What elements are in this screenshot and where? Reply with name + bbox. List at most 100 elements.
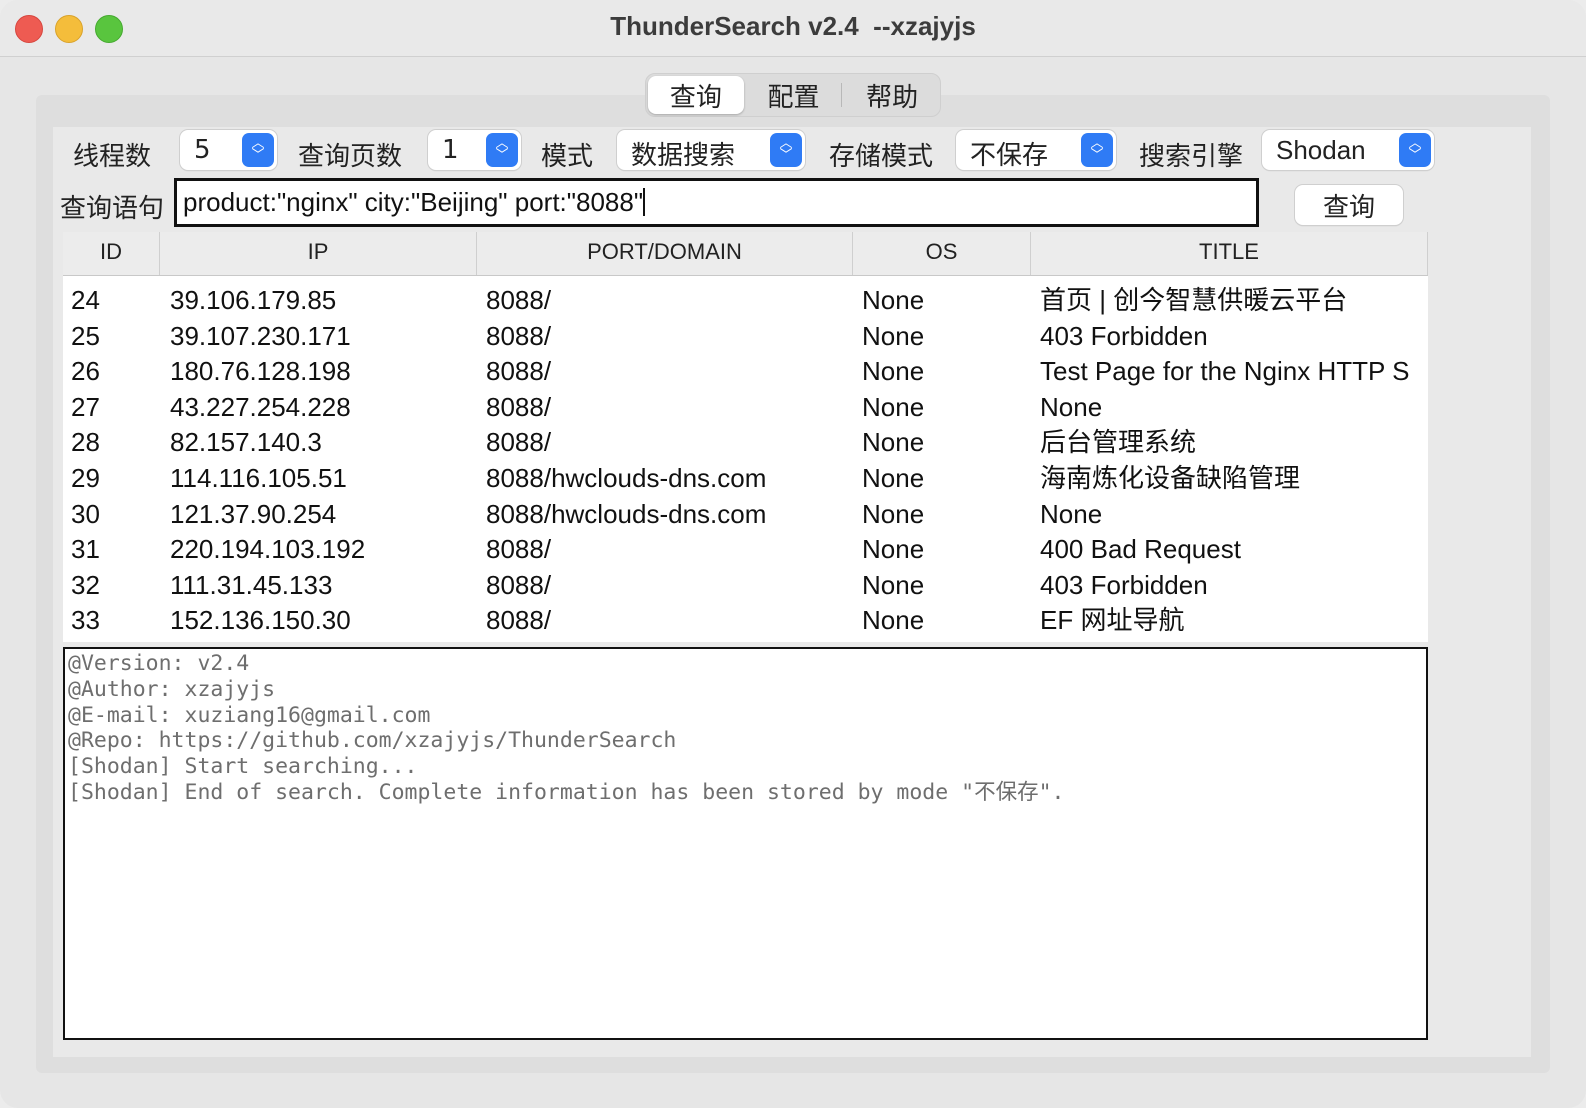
query-button[interactable]: 查询 bbox=[1295, 185, 1403, 225]
tab-config[interactable]: 配置 bbox=[746, 76, 842, 114]
engine-value: Shodan bbox=[1276, 135, 1366, 165]
table-row[interactable]: 24 39.106.179.85 8088/ None 首页 | 创今智慧供暖云… bbox=[63, 283, 1428, 319]
cell-port-domain: 8088/ bbox=[486, 391, 552, 422]
log-line: @Author: xzajyjs bbox=[68, 676, 276, 702]
engine-select[interactable]: Shodan ︿ ﹀ bbox=[1262, 130, 1434, 170]
table-row[interactable]: 33 152.136.150.30 8088/ None EF 网址导航 bbox=[63, 603, 1428, 639]
window-title: ThunderSearch v2.4 --xzajyjs bbox=[610, 11, 976, 41]
cell-port-domain: 8088/ bbox=[486, 534, 552, 565]
threads-select[interactable]: 5 ︿ ﹀ bbox=[180, 130, 277, 170]
pages-value: 1 bbox=[442, 135, 459, 165]
storage-label: 存储模式 bbox=[829, 142, 934, 172]
table-row[interactable]: 32 111.31.45.133 8088/ None 403 Forbidde… bbox=[63, 568, 1428, 604]
stepper-arrows-icon: ︿ ﹀ bbox=[1399, 133, 1431, 167]
log-output[interactable]: @Version: v2.4 @Author: xzajyjs @E-mail:… bbox=[63, 647, 1428, 1040]
query-label: 查询语句 bbox=[60, 194, 165, 224]
log-line: [Shodan] End of search. Complete informa… bbox=[68, 779, 1065, 805]
cell-ip: 114.116.105.51 bbox=[170, 462, 347, 493]
cell-os: None bbox=[862, 605, 925, 636]
cell-title: 首页 | 创今智慧供暖云平台 bbox=[1040, 285, 1348, 315]
results-table[interactable]: ID IP PORT/DOMAIN OS TITLE 24 39.106.179… bbox=[63, 232, 1428, 642]
engine-label: 搜索引擎 bbox=[1139, 142, 1244, 172]
cell-title: 后台管理系统 bbox=[1040, 427, 1197, 458]
cell-title: EF 网址导航 bbox=[1040, 605, 1185, 636]
cell-title: 403 Forbidden bbox=[1040, 320, 1208, 351]
cell-os: None bbox=[862, 498, 925, 529]
stepper-arrows-icon: ︿ ﹀ bbox=[242, 133, 274, 167]
table-row[interactable]: 31 220.194.103.192 8088/ None 400 Bad Re… bbox=[63, 532, 1428, 568]
cell-os: None bbox=[862, 320, 925, 351]
cell-port-domain: 8088/ bbox=[486, 605, 552, 636]
cell-os: None bbox=[862, 462, 925, 493]
cell-id: 26 bbox=[71, 356, 100, 387]
cell-os: None bbox=[862, 427, 925, 458]
column-header-port-domain[interactable]: PORT/DOMAIN bbox=[477, 232, 853, 275]
cell-ip: 82.157.140.3 bbox=[170, 427, 322, 458]
column-header-ip[interactable]: IP bbox=[160, 232, 477, 275]
log-line: @E-mail: xuziang16@gmail.com bbox=[68, 702, 431, 728]
table-row[interactable]: 29 114.116.105.51 8088/hwclouds-dns.com … bbox=[63, 461, 1428, 497]
app-window: ThunderSearch v2.4 --xzajyjs 查询 配置 帮助 线程… bbox=[0, 0, 1586, 1108]
mode-value: 数据搜索 bbox=[631, 141, 736, 171]
cell-ip: 121.37.90.254 bbox=[170, 498, 337, 529]
cell-port-domain: 8088/ bbox=[486, 569, 552, 600]
threads-value: 5 bbox=[194, 135, 211, 165]
table-body: 24 39.106.179.85 8088/ None 首页 | 创今智慧供暖云… bbox=[63, 283, 1428, 639]
cell-id: 31 bbox=[71, 534, 100, 565]
cell-ip: 43.227.254.228 bbox=[170, 391, 351, 422]
stepper-arrows-icon: ︿ ﹀ bbox=[486, 133, 518, 167]
cell-ip: 152.136.150.30 bbox=[170, 605, 351, 636]
title-bar: ThunderSearch v2.4 --xzajyjs bbox=[0, 0, 1586, 57]
cell-id: 24 bbox=[71, 285, 100, 315]
tab-query[interactable]: 查询 bbox=[648, 76, 744, 114]
cell-ip: 39.106.179.85 bbox=[170, 285, 337, 315]
cell-title: 403 Forbidden bbox=[1040, 569, 1208, 600]
table-row[interactable]: 27 43.227.254.228 8088/ None None bbox=[63, 390, 1428, 426]
stepper-arrows-icon: ︿ ﹀ bbox=[770, 133, 802, 167]
cell-ip: 180.76.128.198 bbox=[170, 356, 351, 387]
column-header-title[interactable]: TITLE bbox=[1031, 232, 1428, 275]
cell-os: None bbox=[862, 356, 925, 387]
cell-title: Test Page for the Nginx HTTP S bbox=[1040, 356, 1410, 387]
cell-port-domain: 8088/ bbox=[486, 320, 552, 351]
cell-port-domain: 8088/ bbox=[486, 356, 552, 387]
mode-label: 模式 bbox=[541, 142, 594, 172]
query-input[interactable]: product:"nginx" city:"Beijing" port:"808… bbox=[174, 178, 1259, 227]
tab-help[interactable]: 帮助 bbox=[844, 76, 940, 114]
cell-port-domain: 8088/ bbox=[486, 285, 552, 315]
cell-title: None bbox=[1040, 498, 1103, 529]
table-row[interactable]: 25 39.107.230.171 8088/ None 403 Forbidd… bbox=[63, 319, 1428, 355]
column-header-os[interactable]: OS bbox=[853, 232, 1031, 275]
cell-port-domain: 8088/hwclouds-dns.com bbox=[486, 498, 767, 529]
table-row[interactable]: 28 82.157.140.3 8088/ None 后台管理系统 bbox=[63, 425, 1428, 461]
column-header-id[interactable]: ID bbox=[63, 232, 160, 275]
threads-label: 线程数 bbox=[73, 142, 152, 172]
cell-id: 28 bbox=[71, 427, 100, 458]
stepper-arrows-icon: ︿ ﹀ bbox=[1081, 133, 1113, 167]
cell-os: None bbox=[862, 391, 925, 422]
cell-port-domain: 8088/ bbox=[486, 427, 552, 458]
log-line: @Version: v2.4 bbox=[68, 651, 250, 676]
table-row[interactable]: 30 121.37.90.254 8088/hwclouds-dns.com N… bbox=[63, 497, 1428, 533]
log-line: [Shodan] Start searching... bbox=[68, 754, 418, 780]
mode-select[interactable]: 数据搜索 ︿ ﹀ bbox=[617, 130, 805, 171]
cell-os: None bbox=[862, 569, 925, 600]
cell-ip: 39.107.230.171 bbox=[170, 320, 351, 351]
cell-id: 29 bbox=[71, 462, 100, 493]
cell-os: None bbox=[862, 285, 925, 315]
cell-title: 海南炼化设备缺陷管理 bbox=[1040, 462, 1301, 493]
storage-select[interactable]: 不保存 ︿ ﹀ bbox=[956, 130, 1116, 171]
cell-id: 32 bbox=[71, 569, 100, 600]
table-header: ID IP PORT/DOMAIN OS TITLE bbox=[63, 232, 1428, 276]
cell-ip: 111.31.45.133 bbox=[170, 569, 333, 600]
query-text: product:"nginx" city:"Beijing" port:"808… bbox=[183, 187, 644, 217]
storage-value: 不保存 bbox=[970, 141, 1049, 171]
cell-id: 27 bbox=[71, 391, 100, 422]
tab-bar: 查询 配置 帮助 bbox=[645, 73, 941, 117]
pages-label: 查询页数 bbox=[298, 142, 403, 172]
cell-ip: 220.194.103.192 bbox=[170, 534, 366, 565]
table-row[interactable]: 26 180.76.128.198 8088/ None Test Page f… bbox=[63, 354, 1428, 390]
cell-title: 400 Bad Request bbox=[1040, 534, 1241, 565]
pages-select[interactable]: 1 ︿ ﹀ bbox=[428, 130, 521, 170]
cell-port-domain: 8088/hwclouds-dns.com bbox=[486, 462, 767, 493]
